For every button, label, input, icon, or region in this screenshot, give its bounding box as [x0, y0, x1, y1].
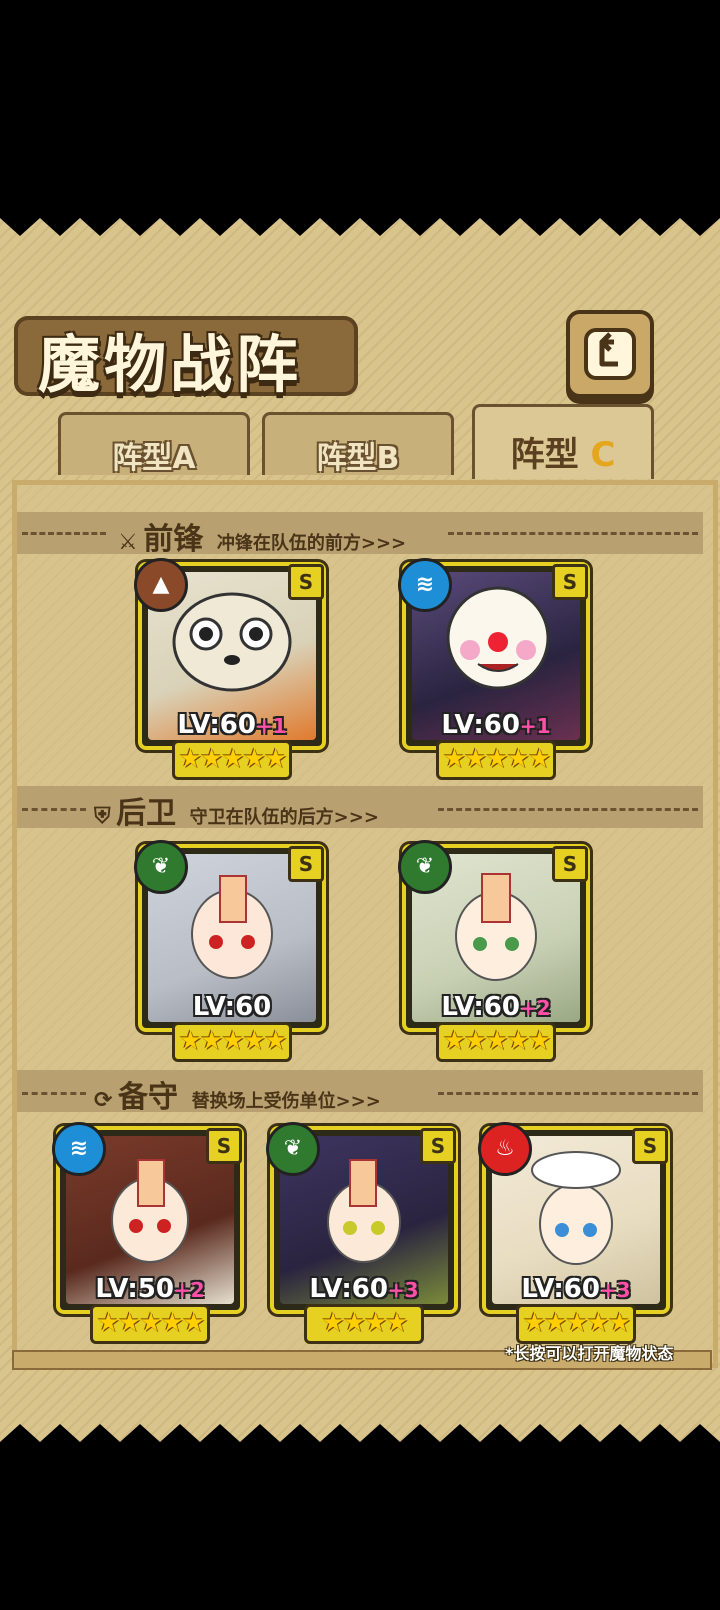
level-label: LV:60+3	[521, 1274, 631, 1304]
level-label: LV:50+2	[95, 1274, 205, 1304]
star-rating: ★★★★	[304, 1304, 424, 1344]
star-rating: ★★★★★	[172, 740, 292, 780]
front-section-header: ⚔ 前锋 冲锋在队伍的前方>>>	[118, 514, 406, 558]
monster-card-reserve-1[interactable]: ≋ S LV:50+2 ★★★★★	[52, 1122, 244, 1344]
star-rating: ★★★★★	[172, 1022, 292, 1062]
tab-label: 阵型 C	[510, 435, 616, 475]
divider	[22, 532, 106, 535]
back-button[interactable]	[566, 310, 654, 398]
level-label: LV:60	[192, 992, 272, 1022]
shield-icon: ⛨	[94, 804, 111, 829]
long-press-hint: *长按可以打开魔物状态	[505, 1344, 674, 1363]
tab-formation-a[interactable]: 阵型A	[58, 412, 250, 476]
section-title: 前锋	[143, 522, 204, 557]
tab-formation-c[interactable]: 阵型 C	[472, 404, 654, 479]
rank-badge: S	[206, 1128, 242, 1164]
section-title: 后卫	[116, 796, 177, 831]
star-rating: ★★★★★	[436, 1022, 556, 1062]
monster-card-reserve-2[interactable]: ❦ S LV:60+3 ★★★★	[266, 1122, 458, 1344]
level-label: LV:60+1	[441, 710, 551, 740]
torn-edge-bottom	[0, 1424, 720, 1476]
divider	[448, 532, 698, 535]
rank-badge: S	[288, 564, 324, 600]
monster-card-back-1[interactable]: ❦ S LV:60 ★★★★★	[134, 840, 326, 1062]
return-arrow-icon	[584, 328, 636, 380]
rank-badge: S	[420, 1128, 456, 1164]
star-rating: ★★★★★	[516, 1304, 636, 1344]
section-title: 备守	[118, 1080, 179, 1115]
divider	[22, 808, 86, 811]
section-desc: 守卫在队伍的后方>>>	[189, 807, 379, 828]
monster-card-reserve-3[interactable]: ♨ S LV:60+3 ★★★★★	[478, 1122, 670, 1344]
torn-edge-top	[0, 198, 720, 236]
divider	[438, 1092, 698, 1095]
fire-element-icon: ♨	[478, 1122, 532, 1176]
swap-icon: ⟳	[94, 1088, 113, 1113]
earth-element-icon: ▲	[134, 558, 188, 612]
level-label: LV:60+1	[177, 710, 287, 740]
water-element-icon: ≋	[52, 1122, 106, 1176]
monster-card-back-2[interactable]: ❦ S LV:60+2 ★★★★★	[398, 840, 590, 1062]
rank-badge: S	[632, 1128, 668, 1164]
level-label: LV:60+3	[309, 1274, 419, 1304]
tab-formation-b[interactable]: 阵型B	[262, 412, 454, 476]
star-rating: ★★★★★	[436, 740, 556, 780]
leaf-element-icon: ❦	[134, 840, 188, 894]
section-desc: 冲锋在队伍的前方>>>	[216, 533, 407, 554]
back-section-header: ⛨ 后卫 守卫在队伍的后方>>>	[94, 788, 379, 832]
leaf-element-icon: ❦	[398, 840, 452, 894]
water-element-icon: ≋	[398, 558, 452, 612]
tab-label: 阵型B	[316, 441, 400, 476]
section-desc: 替换场上受伤单位>>>	[191, 1091, 381, 1112]
sword-icon: ⚔	[118, 530, 138, 555]
reserve-section-header: ⟳ 备守 替换场上受伤单位>>>	[94, 1072, 381, 1116]
rank-badge: S	[552, 846, 588, 882]
monster-card-front-1[interactable]: ▲ S LV:60+1 ★★★★★	[134, 558, 326, 780]
tab-label: 阵型A	[112, 441, 196, 476]
divider	[438, 808, 698, 811]
leaf-element-icon: ❦	[266, 1122, 320, 1176]
divider	[22, 1092, 86, 1095]
star-rating: ★★★★★	[90, 1304, 210, 1344]
rank-badge: S	[288, 846, 324, 882]
level-label: LV:60+2	[441, 992, 551, 1022]
rank-badge: S	[552, 564, 588, 600]
page-title: 魔物战阵	[38, 328, 303, 401]
monster-card-front-2[interactable]: ≋ S LV:60+1 ★★★★★	[398, 558, 590, 780]
